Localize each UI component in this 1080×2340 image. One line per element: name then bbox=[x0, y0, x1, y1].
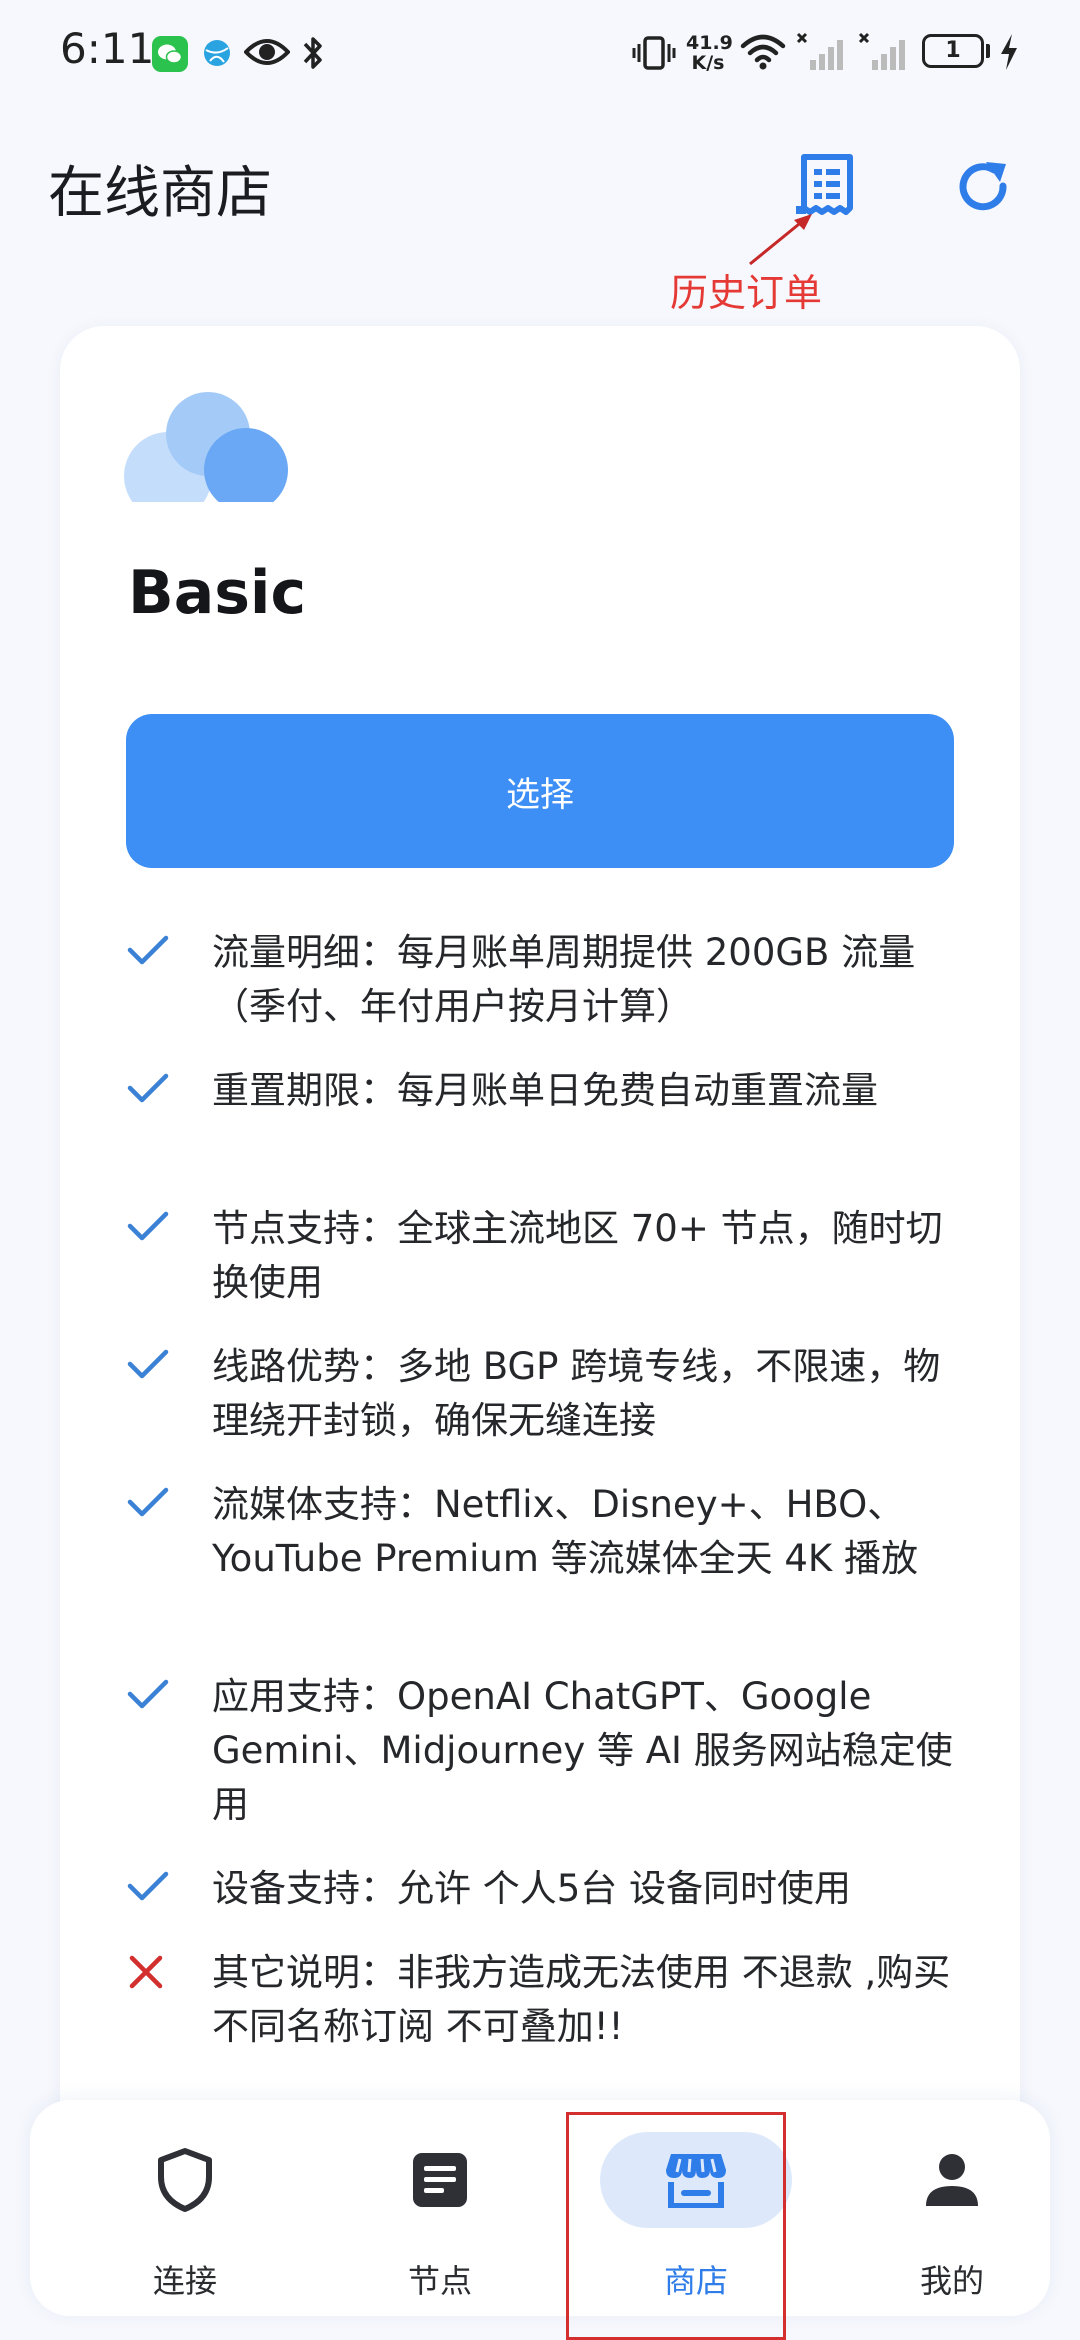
net-speed-unit: K/s bbox=[691, 52, 725, 74]
vibrate-icon bbox=[632, 36, 676, 70]
nav-item-nodes[interactable]: 节点 bbox=[340, 2100, 540, 2316]
feature-item: 流媒体支持：Netflix、Disney+、HBO、YouTube Premiu… bbox=[126, 1478, 956, 1586]
nav-item-profile[interactable]: 我的 bbox=[852, 2100, 1052, 2316]
feature-text: 应用支持：OpenAI ChatGPT、Google Gemini、Midjou… bbox=[212, 1675, 953, 1826]
feature-text: 流量明细：每月账单周期提供 200GB 流量（季付、年付用户按月计算） bbox=[212, 931, 916, 1028]
signal-sim1-icon bbox=[796, 32, 843, 70]
nav-label-nodes: 节点 bbox=[407, 2262, 472, 2300]
check-icon bbox=[126, 1202, 184, 1248]
person-icon bbox=[926, 2154, 978, 2206]
plan-card: Basic 选择 流量明细：每月账单周期提供 200GB 流量（季付、年付用户按… bbox=[60, 326, 1020, 2226]
feature-item: 重置期限：每月账单日免费自动重置流量 bbox=[126, 1064, 956, 1118]
page-title: 在线商店 bbox=[48, 161, 272, 226]
check-icon bbox=[126, 1340, 184, 1386]
annotation-arrow bbox=[749, 214, 812, 266]
feature-item: 线路优势：多地 BGP 跨境专线，不限速，物理绕开封锁，确保无缝连接 bbox=[126, 1340, 956, 1448]
feature-item: 应用支持：OpenAI ChatGPT、Google Gemini、Midjou… bbox=[126, 1670, 956, 1832]
plan-name: Basic bbox=[128, 558, 307, 628]
feature-text: 设备支持：允许 个人5台 设备同时使用 bbox=[212, 1867, 852, 1910]
globe-app-icon bbox=[204, 40, 230, 66]
feature-item: 设备支持：允许 个人5台 设备同时使用 bbox=[126, 1862, 956, 1916]
check-icon bbox=[126, 926, 184, 972]
feature-item: 节点支持：全球主流地区 70+ 节点，随时切换使用 bbox=[126, 1202, 956, 1310]
eye-icon bbox=[244, 39, 290, 65]
select-button[interactable]: 选择 bbox=[126, 714, 954, 868]
nav-item-connect[interactable]: 连接 bbox=[85, 2100, 285, 2316]
cross-icon bbox=[126, 1946, 184, 1996]
nav-label-profile: 我的 bbox=[919, 2262, 984, 2300]
bluetooth-icon bbox=[303, 37, 322, 69]
feature-text: 节点支持：全球主流地区 70+ 节点，随时切换使用 bbox=[212, 1207, 943, 1304]
feature-text: 重置期限：每月账单日免费自动重置流量 bbox=[212, 1069, 878, 1112]
status-time: 6:11 bbox=[60, 24, 155, 73]
wechat-icon bbox=[152, 36, 188, 72]
feature-item: 其它说明：非我方造成无法使用 不退款 ,购买不同名称订阅 不可叠加!! bbox=[126, 1946, 956, 2054]
bottom-nav: 连接 节点 商店 我的 bbox=[30, 2100, 1050, 2316]
nav-label-connect: 连接 bbox=[152, 2262, 217, 2300]
history-orders-annotation: 历史订单 bbox=[670, 271, 823, 315]
check-icon bbox=[126, 1862, 184, 1908]
shield-icon bbox=[158, 2148, 212, 2212]
check-icon bbox=[126, 1478, 184, 1524]
charging-icon bbox=[1001, 34, 1017, 70]
store-icon bbox=[666, 2154, 726, 2208]
refresh-icon[interactable] bbox=[956, 160, 1012, 216]
feature-text: 线路优势：多地 BGP 跨境专线，不限速，物理绕开封锁，确保无缝连接 bbox=[212, 1345, 941, 1442]
net-speed-value: 41.9 bbox=[686, 32, 733, 54]
feature-item: 流量明细：每月账单周期提供 200GB 流量（季付、年付用户按月计算） bbox=[126, 926, 956, 1034]
battery-tip bbox=[986, 44, 990, 58]
cloud-icon bbox=[124, 392, 288, 502]
nav-label-store: 商店 bbox=[663, 2262, 728, 2300]
signal-sim2-icon bbox=[858, 32, 905, 70]
check-icon bbox=[126, 1064, 184, 1110]
feature-text: 流媒体支持：Netflix、Disney+、HBO、YouTube Premiu… bbox=[212, 1483, 918, 1580]
battery-level: 1 bbox=[945, 38, 961, 63]
feature-text: 其它说明：非我方造成无法使用 不退款 ,购买不同名称订阅 不可叠加!! bbox=[212, 1951, 951, 2048]
status-bar: 6:11 41.9 K/s 1 bbox=[0, 0, 1080, 104]
check-icon bbox=[126, 1670, 184, 1716]
list-icon bbox=[413, 2153, 467, 2207]
wifi-icon bbox=[740, 34, 786, 70]
nav-item-store[interactable]: 商店 bbox=[596, 2100, 796, 2316]
